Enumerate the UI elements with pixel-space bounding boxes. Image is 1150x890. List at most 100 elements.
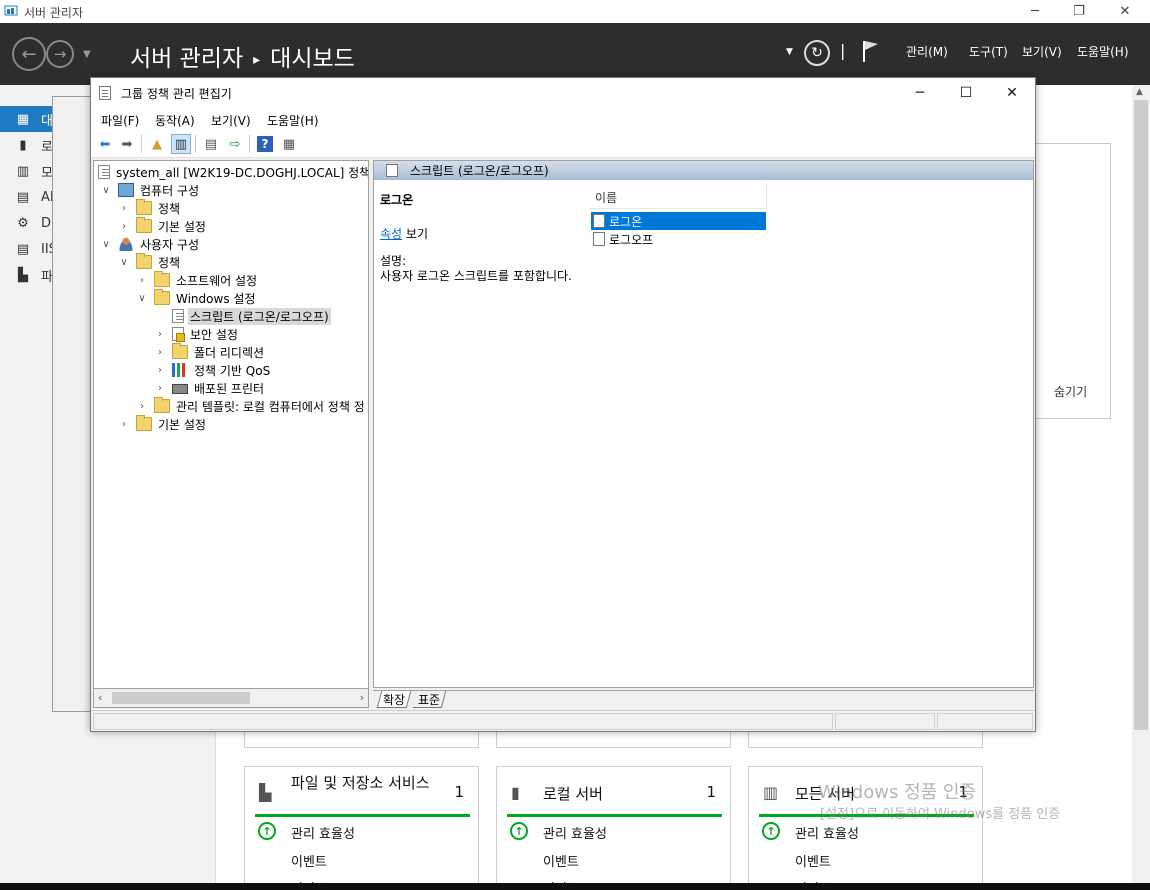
gpme-toolbar: ⬅ ➡ ▲ ▥ ▤ ⇨ ? ▦	[91, 130, 1035, 158]
expand-chevron-icon[interactable]: ›	[154, 347, 166, 358]
collapse-chevron-icon[interactable]: ∨	[100, 185, 112, 196]
forward-button[interactable]: →	[46, 40, 74, 68]
window-title: 서버 관리자	[24, 6, 84, 20]
gpme-maximize-button[interactable]: ☐	[943, 78, 989, 108]
gpme-menubar: 파일(F) 동작(A) 보기(V) 도움말(H)	[91, 108, 1035, 130]
expand-chevron-icon[interactable]: ›	[136, 275, 148, 286]
expand-chevron-icon[interactable]: ›	[118, 419, 130, 430]
refresh-dropdown-icon[interactable]: ▼	[786, 47, 793, 57]
expand-chevron-icon[interactable]: ›	[154, 329, 166, 340]
expand-chevron-icon[interactable]: ›	[118, 203, 130, 214]
properties-link[interactable]: 속성	[380, 227, 402, 241]
restore-button[interactable]: ❐	[1056, 0, 1102, 23]
tile-row-events[interactable]: 이벤트	[291, 851, 327, 870]
gpme-minimize-button[interactable]: ─	[897, 78, 943, 108]
minimize-button[interactable]: ─	[1012, 0, 1058, 23]
tree-horizontal-scrollbar[interactable]: ‹ ›	[93, 688, 369, 708]
tile-row-manageability[interactable]: 관리 효율성	[291, 823, 355, 842]
scroll-thumb[interactable]	[112, 692, 250, 704]
scroll-up-icon[interactable]: ▲	[1136, 87, 1143, 97]
scroll-thumb[interactable]	[1134, 100, 1148, 730]
menu-file[interactable]: 파일(F)	[101, 112, 139, 129]
expand-chevron-icon[interactable]: ›	[154, 383, 166, 394]
tree-item-label: 배포된 프린터	[194, 381, 265, 396]
tree-item-scripts[interactable]: 스크립트 (로그온/로그오프)	[154, 307, 331, 325]
ad-icon: ▤	[16, 189, 30, 205]
tab-extended[interactable]: 확장	[376, 691, 412, 708]
column-header-name[interactable]: 이름	[589, 183, 767, 209]
show-hide-tree-icon[interactable]: ▥	[171, 134, 191, 154]
gpme-close-button[interactable]: ✕	[989, 78, 1035, 108]
expand-chevron-icon[interactable]: ›	[118, 221, 130, 232]
folder-icon	[154, 397, 170, 413]
gpme-app-icon	[99, 86, 111, 100]
vertical-scrollbar[interactable]: ▲	[1132, 85, 1150, 883]
folder-icon	[136, 415, 152, 431]
expand-chevron-icon[interactable]: ›	[154, 365, 166, 376]
list-item-logoff[interactable]: 로그오프	[591, 230, 766, 248]
collapse-chevron-icon[interactable]: ∨	[136, 293, 148, 304]
details-header: 스크립트 (로그온/로그오프)	[374, 161, 1033, 180]
policy-document-icon	[98, 165, 110, 179]
tree-item-user-config[interactable]: ∨ 사용자 구성	[100, 235, 201, 253]
tile-local-server[interactable]: ▮ 로컬 서버 1 ↑ 관리 효율성 이벤트 서비스	[496, 766, 731, 890]
menu-action[interactable]: 동작(A)	[155, 112, 195, 129]
list-item-logon[interactable]: 로그온	[591, 212, 766, 230]
tree-item-computer-policies[interactable]: › 정책	[118, 199, 182, 217]
tile-row-manageability[interactable]: 관리 효율성	[795, 823, 859, 842]
breadcrumb-root[interactable]: 서버 관리자	[130, 46, 243, 72]
tree-item-deployed-printers[interactable]: › 배포된 프린터	[154, 379, 266, 397]
tile-file-storage[interactable]: ▙ 파일 및 저장소 서비스 1 ↑ 관리 효율성 이벤트 서비스	[244, 766, 479, 890]
tree-item-label: 정책 기반 QoS	[194, 363, 271, 378]
flag-icon[interactable]	[862, 39, 880, 63]
activation-watermark-subtitle: [설정]으로 이동하여 Windows를 정품 인증	[820, 807, 1061, 822]
back-button[interactable]: ←	[12, 37, 46, 71]
menu-help[interactable]: 도움말(H)	[267, 112, 319, 129]
tab-standard[interactable]: 표준	[412, 691, 447, 708]
tree-item-computer-config[interactable]: ∨ 컴퓨터 구성	[100, 181, 201, 199]
tree-item-software-settings[interactable]: › 소프트웨어 설정	[136, 271, 259, 289]
tree-item-computer-preferences[interactable]: › 기본 설정	[118, 217, 208, 235]
tile-row-manageability[interactable]: 관리 효율성	[543, 823, 607, 842]
forward-arrow-icon[interactable]: ➡	[117, 134, 137, 154]
tree-item-security-settings[interactable]: › 보안 설정	[154, 325, 240, 343]
tree-item-user-policies[interactable]: ∨ 정책	[118, 253, 182, 271]
back-arrow-icon[interactable]: ⬅	[95, 134, 115, 154]
menu-view[interactable]: 보기(V)	[211, 112, 251, 129]
export-list-icon[interactable]: ⇨	[225, 134, 245, 154]
tile-row-events[interactable]: 이벤트	[543, 851, 579, 870]
help-icon[interactable]: ?	[257, 136, 273, 152]
tree-item-label: 소프트웨어 설정	[176, 273, 258, 288]
folder-icon	[136, 217, 152, 233]
refresh-button[interactable]: ↻	[804, 40, 830, 66]
background-mmc-window	[52, 96, 94, 712]
tree-item-label: 스크립트 (로그온/로그오프)	[188, 307, 331, 325]
menu-manage[interactable]: 관리(M)	[906, 43, 948, 60]
tree-item-gpo-root[interactable]: system_all [W2K19-DC.DOGHJ.LOCAL] 정책	[98, 163, 368, 181]
tree-item-windows-settings[interactable]: ∨ Windows 설정	[136, 289, 257, 307]
list-item-label: 로그온	[609, 214, 643, 229]
menu-view[interactable]: 보기(V)	[1022, 43, 1062, 60]
scroll-right-icon[interactable]: ›	[360, 691, 364, 704]
close-button[interactable]: ✕	[1102, 0, 1148, 23]
tree-item-folder-redirection[interactable]: › 폴더 리디렉션	[154, 343, 266, 361]
tree-item-label: 기본 설정	[158, 417, 206, 432]
tree-item-label: 컴퓨터 구성	[140, 183, 200, 198]
tree-item-user-preferences[interactable]: › 기본 설정	[118, 415, 208, 433]
status-segment	[937, 713, 1033, 730]
menu-tools[interactable]: 도구(T)	[969, 43, 1008, 60]
tree-item-admin-templates[interactable]: › 관리 템플릿: 로컬 컴퓨터에서 정책 정	[136, 397, 367, 415]
hide-link[interactable]: 숨기기	[1054, 383, 1087, 400]
expand-chevron-icon[interactable]: ›	[136, 401, 148, 412]
scripts-list: 이름 로그온 로그오프	[589, 183, 769, 263]
up-folder-icon[interactable]: ▲	[147, 134, 167, 154]
collapse-chevron-icon[interactable]: ∨	[100, 239, 112, 250]
menu-help[interactable]: 도움말(H)	[1077, 43, 1129, 60]
tile-row-events[interactable]: 이벤트	[795, 851, 831, 870]
collapse-chevron-icon[interactable]: ∨	[118, 257, 130, 268]
history-dropdown-icon[interactable]: ▼	[83, 49, 91, 60]
tree-item-qos[interactable]: › 정책 기반 QoS	[154, 361, 272, 379]
properties-icon[interactable]: ▤	[201, 134, 221, 154]
action-pane-icon[interactable]: ▦	[279, 134, 299, 154]
scroll-left-icon[interactable]: ‹	[98, 691, 102, 704]
